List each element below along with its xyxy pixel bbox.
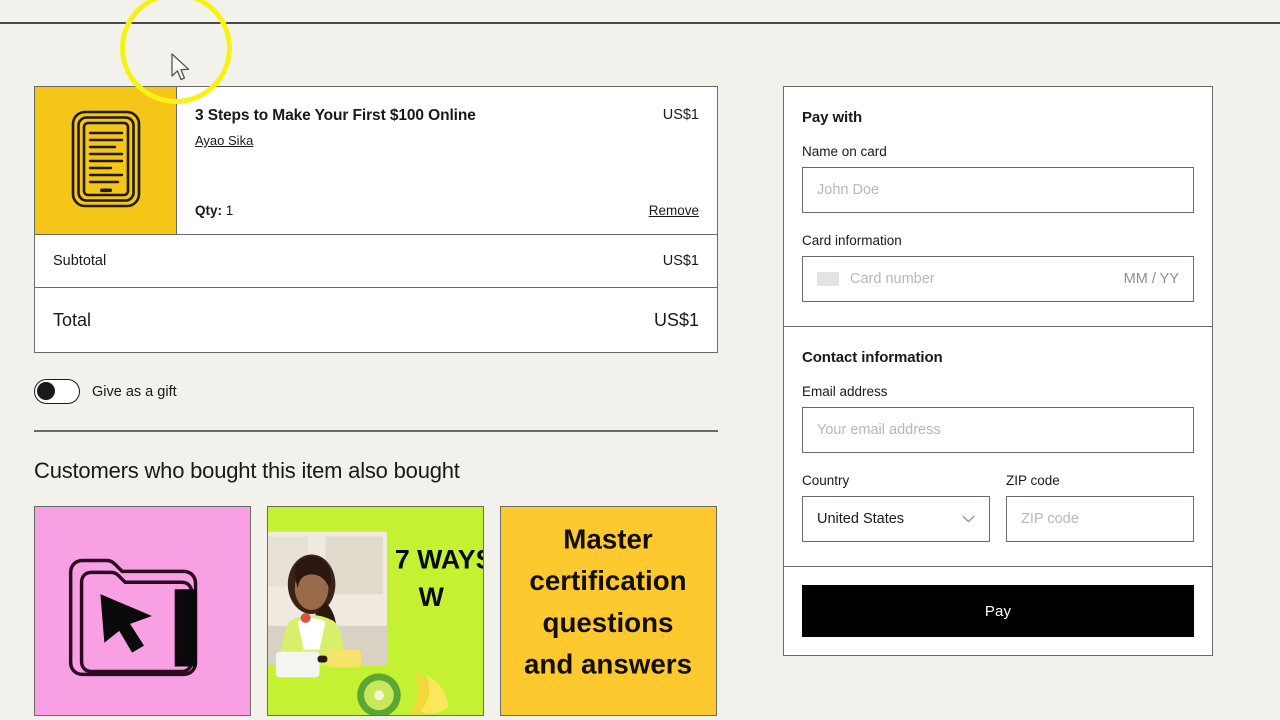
country-label: Country: [802, 473, 850, 488]
quantity-value: 1: [225, 203, 234, 218]
total-row: Total US$1: [35, 288, 717, 352]
top-divider: [0, 22, 1280, 24]
email-field[interactable]: Your email address: [802, 407, 1194, 453]
subtotal-row: Subtotal US$1: [35, 235, 717, 288]
email-label: Email address: [802, 384, 888, 399]
folder-cursor-icon: [35, 506, 250, 715]
cart-item-creator-link[interactable]: Ayao Sika: [195, 133, 253, 148]
contact-information-heading: Contact information: [802, 349, 943, 366]
name-on-card-field[interactable]: John Doe: [802, 167, 1194, 213]
svg-text:certification: certification: [529, 565, 686, 596]
cart-item-title[interactable]: 3 Steps to Make Your First $100 Online: [195, 107, 476, 124]
cart-item-details: 3 Steps to Make Your First $100 Online U…: [177, 87, 717, 234]
card-information-label: Card information: [802, 233, 902, 248]
svg-text:and answers: and answers: [524, 648, 692, 679]
cart-item-actions-row: Qty: 1 Remove: [195, 203, 699, 220]
svg-text:7 WAYS TO: 7 WAYS TO: [395, 544, 483, 574]
recommendation-card-2[interactable]: 7 WAYS TO W: [267, 505, 484, 716]
credit-card-icon: [817, 272, 839, 286]
card-number-field[interactable]: Card number MM / YY: [802, 256, 1194, 302]
payment-panel: Pay with Name on card John Doe Card info…: [783, 86, 1213, 656]
give-as-gift-label: Give as a gift: [92, 383, 177, 400]
quantity-label: Qty:: [195, 203, 222, 218]
ebook-reader-icon: [63, 107, 149, 215]
give-as-gift-row: Give as a gift: [34, 379, 718, 404]
order-summary-column: 3 Steps to Make Your First $100 Online U…: [34, 86, 718, 716]
payment-column: Pay with Name on card John Doe Card info…: [783, 86, 1213, 656]
section-divider: [34, 430, 718, 432]
svg-text:questions: questions: [543, 606, 674, 637]
toggle-knob: [37, 382, 55, 400]
svg-text:W: W: [419, 582, 445, 612]
zip-label: ZIP code: [1006, 473, 1060, 488]
chevron-down-icon: [962, 515, 975, 523]
contact-information-section: Contact information Email address Your e…: [784, 326, 1212, 566]
pay-footer: Pay: [784, 566, 1212, 655]
country-zip-row: Country United States ZIP code ZIP code: [802, 473, 1194, 542]
svg-text:Master: Master: [563, 523, 653, 554]
name-on-card-label: Name on card: [802, 144, 887, 159]
zip-field[interactable]: ZIP code: [1006, 496, 1194, 542]
order-summary-card: 3 Steps to Make Your First $100 Online U…: [34, 86, 718, 353]
remove-item-link[interactable]: Remove: [649, 203, 699, 218]
cart-item-thumbnail[interactable]: [35, 87, 177, 234]
cart-item-quantity: Qty: 1: [195, 203, 233, 218]
recommendations-grid: 7 WAYS TO W Master certification questio…: [34, 505, 718, 716]
country-value: United States: [817, 511, 905, 527]
card-information-group: Card information Card number MM / YY: [802, 233, 1194, 302]
name-on-card-placeholder: John Doe: [817, 182, 880, 198]
give-as-gift-toggle[interactable]: [34, 379, 80, 404]
country-select[interactable]: United States: [802, 496, 990, 542]
photo-thumbnail: 7 WAYS TO W: [268, 506, 483, 715]
cart-item-title-row: 3 Steps to Make Your First $100 Online U…: [195, 107, 699, 124]
pay-button[interactable]: Pay: [802, 585, 1194, 637]
subtotal-label: Subtotal: [53, 253, 107, 269]
text-thumbnail: Master certification questions and answe…: [501, 506, 716, 715]
email-placeholder: Your email address: [817, 422, 941, 438]
recommendations-heading: Customers who bought this item also boug…: [34, 457, 460, 483]
pay-with-section: Pay with Name on card John Doe Card info…: [784, 87, 1212, 326]
recommendation-card-1[interactable]: [34, 505, 251, 716]
total-label: Total: [53, 309, 92, 330]
card-number-placeholder: Card number: [850, 271, 935, 287]
total-value: US$1: [653, 309, 699, 330]
name-on-card-group: Name on card John Doe: [802, 144, 1194, 213]
cart-item-row: 3 Steps to Make Your First $100 Online U…: [35, 87, 717, 235]
card-expiry-placeholder[interactable]: MM / YY: [1124, 271, 1179, 287]
email-group: Email address Your email address: [802, 384, 1194, 453]
mouse-cursor-icon: [171, 53, 190, 81]
subtotal-value: US$1: [662, 253, 699, 269]
pay-with-heading: Pay with: [802, 109, 863, 126]
country-group: Country United States: [802, 473, 990, 542]
cart-item-price: US$1: [662, 107, 699, 123]
zip-placeholder: ZIP code: [1021, 511, 1079, 527]
checkout-page: 3 Steps to Make Your First $100 Online U…: [0, 0, 1280, 720]
zip-group: ZIP code ZIP code: [1006, 473, 1194, 542]
recommendation-card-3[interactable]: Master certification questions and answe…: [500, 505, 717, 716]
